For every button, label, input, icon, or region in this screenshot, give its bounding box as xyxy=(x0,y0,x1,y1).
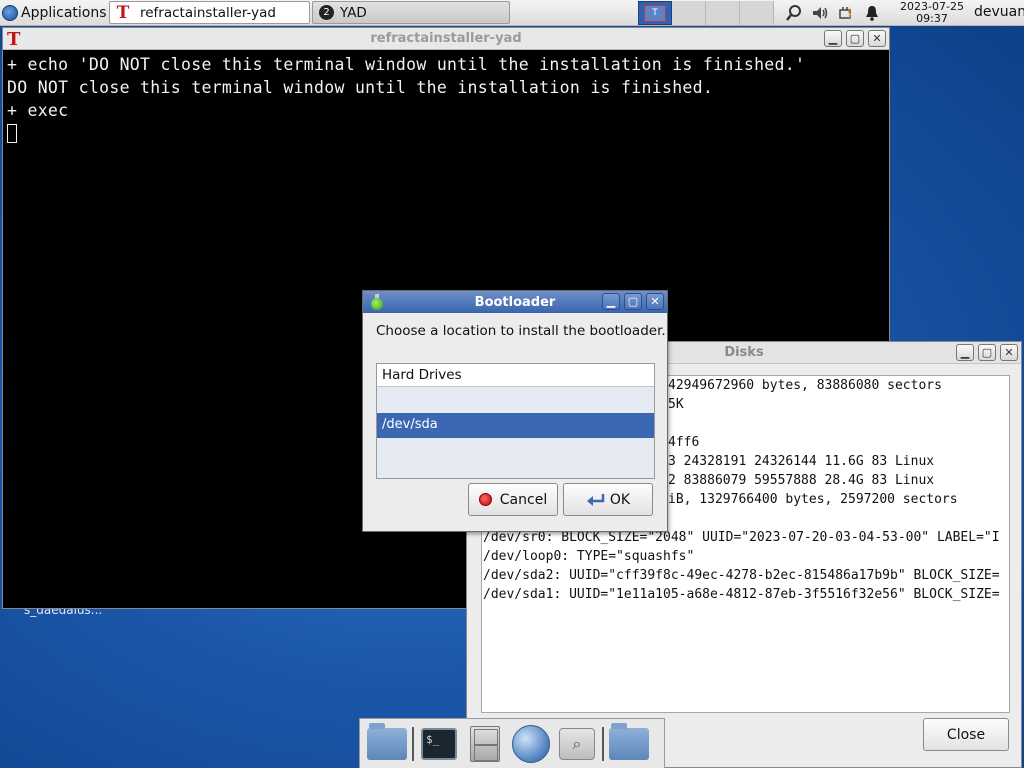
disks-line: /dev/loop0: TYPE="squashfs" xyxy=(483,549,695,564)
maximize-button[interactable]: ▢ xyxy=(846,30,864,47)
disks-line: 2 83886079 59557888 28.4G 83 Linux xyxy=(668,473,935,488)
maximize-button[interactable]: ▢ xyxy=(978,344,996,361)
list-column-header[interactable]: Hard Drives xyxy=(377,364,654,387)
disks-line: 4ff6 xyxy=(668,435,700,450)
terminal-line: DO NOT close this terminal window until … xyxy=(7,78,714,97)
close-button[interactable]: ✕ xyxy=(646,293,664,310)
bootloader-title: Bootloader xyxy=(474,294,556,310)
terminal-line: + echo 'DO NOT close this terminal windo… xyxy=(7,55,806,74)
enter-arrow-icon xyxy=(586,492,606,508)
file-manager-icon[interactable] xyxy=(364,722,410,766)
bootloader-prompt: Choose a location to install the bootloa… xyxy=(376,323,666,339)
refracta-t-icon: T xyxy=(116,2,130,23)
terminal-cursor-line xyxy=(7,122,885,145)
window-thumbnail-icon: T xyxy=(644,4,666,22)
disks-line: /dev/sda1: UUID="1e11a105-a68e-4812-87eb… xyxy=(483,587,1000,602)
panel-clock[interactable]: 2023-07-25 09:37 xyxy=(898,0,966,25)
terminal-cursor xyxy=(7,124,17,143)
bootloader-titlebar[interactable]: Bootloader ▁ ▢ ✕ xyxy=(363,291,667,313)
minimize-button[interactable]: ▁ xyxy=(824,30,842,47)
disks-line: iB, 1329766400 bytes, 2597200 sectors xyxy=(668,492,958,507)
disks-line: /dev/sr0: BLOCK_SIZE="2048" UUID="2023-0… xyxy=(483,530,1000,545)
cancel-label: Cancel xyxy=(499,491,548,508)
list-item[interactable]: /dev/sda xyxy=(377,413,654,438)
terminal-icon[interactable]: $_ xyxy=(416,722,462,766)
user-menu[interactable]: devuan xyxy=(974,4,1024,20)
disks-line: 5K xyxy=(668,397,684,412)
minimize-button[interactable]: ▁ xyxy=(956,344,974,361)
clock-time: 09:37 xyxy=(916,12,948,25)
cancel-button[interactable]: Cancel xyxy=(468,483,558,516)
close-button[interactable]: ✕ xyxy=(1000,344,1018,361)
disks-line: /dev/sda2: UUID="cff39f8c-49ec-4278-b2ec… xyxy=(483,568,1000,583)
workspace-3[interactable] xyxy=(706,1,740,25)
screen-magnifier-icon[interactable] xyxy=(784,3,804,23)
applications-label: Applications xyxy=(21,4,107,21)
flask-icon xyxy=(370,294,384,310)
dock-separator xyxy=(602,726,604,761)
workspace-pager: T xyxy=(638,1,774,25)
close-button[interactable]: ✕ xyxy=(868,30,886,47)
hard-drives-list[interactable]: Hard Drives /dev/sda xyxy=(376,363,655,479)
power-manager-icon[interactable] xyxy=(836,3,856,23)
web-browser-icon[interactable] xyxy=(508,722,554,766)
stop-icon xyxy=(478,493,492,506)
bootloader-dialog: Bootloader ▁ ▢ ✕ Choose a location to in… xyxy=(362,290,668,532)
dock-separator xyxy=(412,726,414,761)
terminal-title: refractainstaller-yad xyxy=(370,31,522,46)
applications-menu-button[interactable]: Applications ⋮ xyxy=(2,2,121,23)
ok-button[interactable]: OK xyxy=(563,483,653,516)
devuan-logo-icon xyxy=(2,4,18,21)
taskbar-item-yad[interactable]: 2 YAD xyxy=(312,1,510,24)
top-panel: Applications ⋮ T refractainstaller-yad 2… xyxy=(0,0,1024,26)
disks-title: Disks xyxy=(724,345,764,360)
group-count-badge: 2 xyxy=(319,5,334,20)
taskbar-item-label: YAD xyxy=(340,4,367,21)
maximize-button[interactable]: ▢ xyxy=(624,293,642,310)
notification-bell-icon[interactable] xyxy=(862,3,882,23)
volume-icon[interactable] xyxy=(810,3,830,23)
workspace-2[interactable] xyxy=(672,1,706,25)
taskbar-item-label: refractainstaller-yad xyxy=(140,4,276,21)
disks-line: 42949672960 bytes, 83886080 sectors xyxy=(668,378,942,393)
disks-line: 3 24328191 24326144 11.6G 83 Linux xyxy=(668,454,935,469)
folder-icon[interactable] xyxy=(606,722,652,766)
search-icon[interactable]: ⌕ xyxy=(554,722,600,766)
ok-label: OK xyxy=(609,491,631,508)
terminal-titlebar[interactable]: T refractainstaller-yad ▁ ▢ ✕ xyxy=(3,28,889,50)
taskbar-item-refractainstaller[interactable]: T refractainstaller-yad xyxy=(109,1,310,24)
close-dialog-button[interactable]: Close xyxy=(923,718,1009,751)
terminal-output[interactable]: + echo 'DO NOT close this terminal windo… xyxy=(3,50,889,148)
refracta-t-icon: T xyxy=(7,29,21,50)
workspace-4[interactable] xyxy=(740,1,774,25)
file-cabinet-icon[interactable] xyxy=(462,722,508,766)
terminal-line: + exec xyxy=(7,101,69,120)
workspace-1[interactable]: T xyxy=(638,1,672,25)
system-tray xyxy=(784,0,882,26)
bottom-dock: $_ ⌕ xyxy=(359,718,665,768)
minimize-button[interactable]: ▁ xyxy=(602,293,620,310)
